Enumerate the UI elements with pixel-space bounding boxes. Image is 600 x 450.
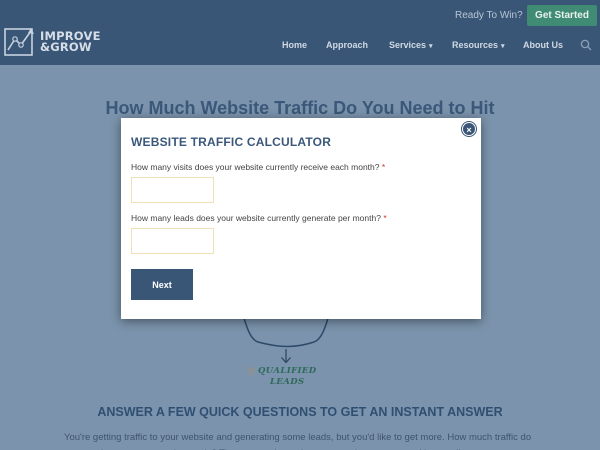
get-started-button[interactable]: Get Started (527, 5, 597, 26)
nav-about[interactable]: About Us (523, 40, 563, 50)
qualified-label-line-2: LEADS (270, 377, 305, 387)
nav-home-label: Home (282, 40, 308, 50)
star-icon: ☆ (246, 364, 257, 378)
intro-paragraph: You're getting traffic to your website a… (64, 432, 532, 450)
logo-icon[interactable] (4, 26, 36, 56)
monthly-visits-input[interactable] (131, 177, 214, 203)
funnel-graphic (243, 318, 329, 348)
nav-approach[interactable]: Approach (326, 40, 368, 50)
leads-question-label: How many leads does your website current… (131, 213, 387, 223)
arrow-down-icon (281, 349, 291, 364)
nav-services-label: Services (389, 40, 427, 50)
logo-line-2: &GROW (40, 40, 92, 54)
required-mark: * (381, 162, 386, 172)
nav-resources[interactable]: Resources ▾ (452, 40, 505, 50)
next-button[interactable]: Next (131, 269, 193, 300)
nav-home[interactable]: Home (282, 40, 307, 50)
logo-text[interactable]: IMPROVE &GROW (40, 30, 101, 54)
monthly-leads-input[interactable] (131, 228, 214, 254)
site-header: IMPROVE &GROW Ready To Win? Get Started … (0, 0, 600, 65)
nav-approach-label: Approach (326, 40, 369, 50)
required-mark: * (383, 213, 387, 223)
visits-question-label: How many visits does your website curren… (131, 162, 385, 172)
chevron-down-icon: ▾ (429, 43, 433, 50)
qualified-leads-label: QUALIFIED LEADS (258, 366, 317, 388)
qualified-label-line-1: QUALIFIED (258, 366, 317, 376)
traffic-calculator-modal: WEBSITE TRAFFIC CALCULATOR × How many vi… (121, 118, 481, 319)
leads-question-text: How many leads does your website current… (131, 213, 381, 223)
section-heading: ANSWER A FEW QUICK QUESTIONS TO GET AN I… (97, 405, 503, 419)
nav-services[interactable]: Services ▾ (389, 40, 433, 50)
search-icon[interactable] (580, 39, 592, 51)
modal-title: WEBSITE TRAFFIC CALCULATOR (131, 135, 332, 149)
nav-resources-label: Resources (452, 40, 499, 50)
visits-question-text: How many visits does your website curren… (131, 162, 380, 172)
ready-to-win-text: Ready To Win? (455, 10, 523, 21)
chevron-down-icon: ▾ (501, 43, 505, 50)
close-icon[interactable]: × (462, 122, 476, 136)
nav-about-label: About Us (523, 40, 563, 50)
page-title: How Much Website Traffic Do You Need to … (105, 98, 495, 118)
